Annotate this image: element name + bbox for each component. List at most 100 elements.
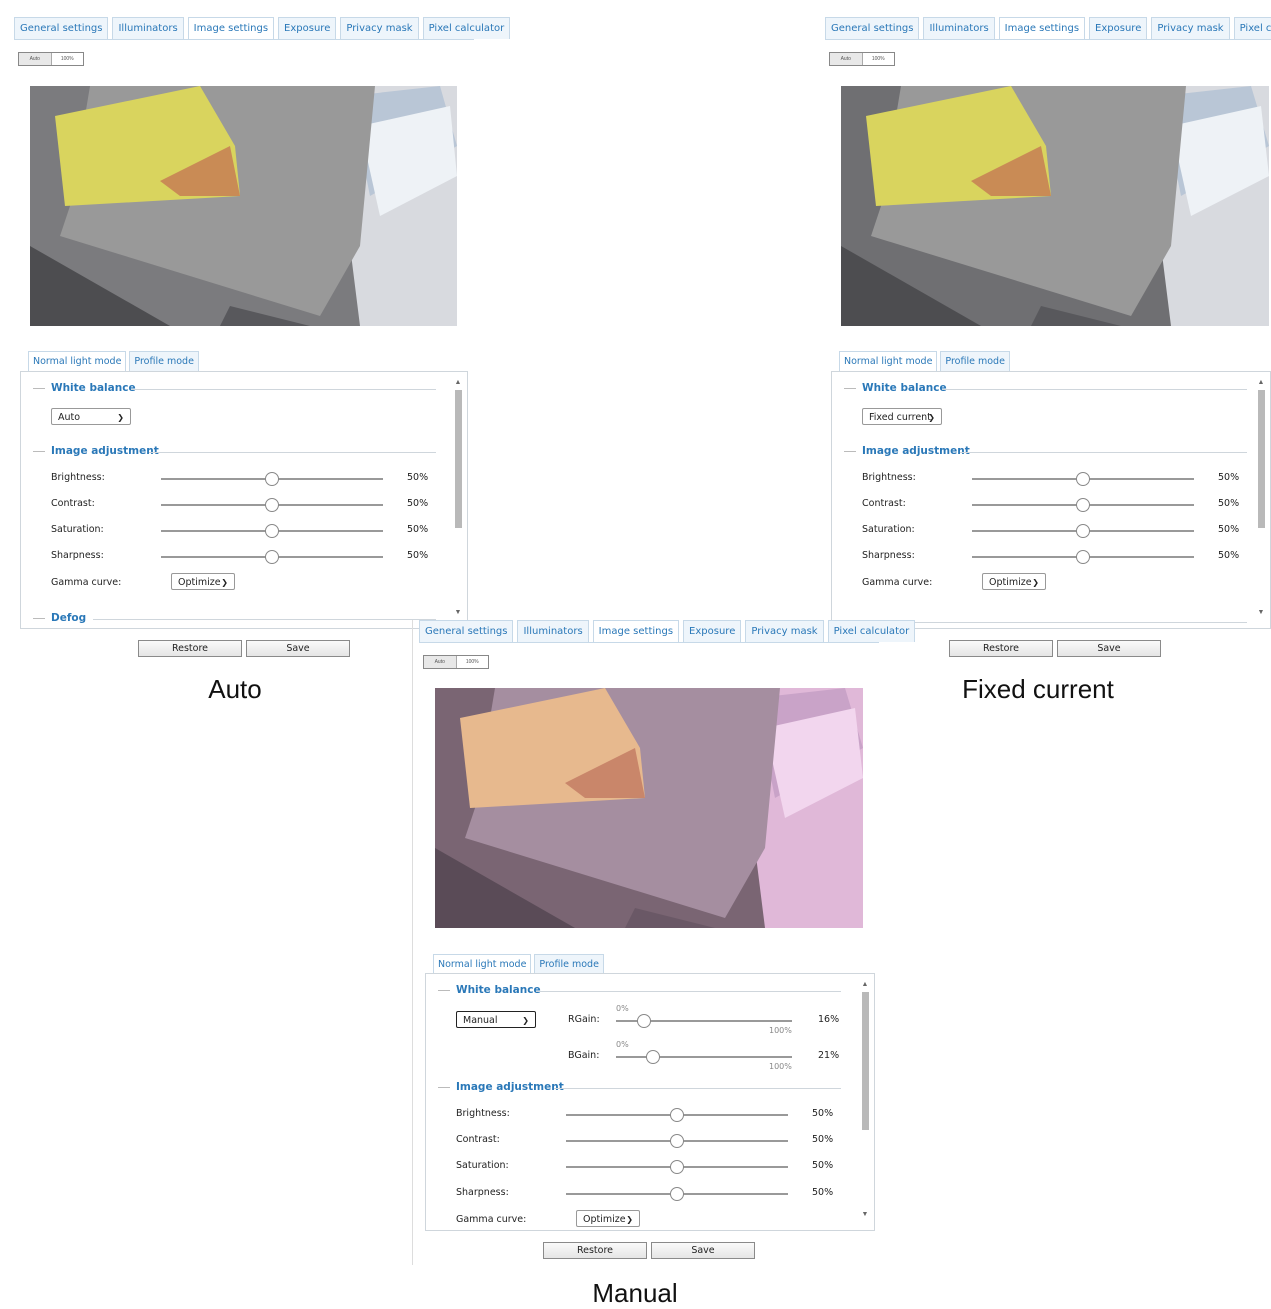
tab-exposure[interactable]: Exposure [1089,17,1148,39]
scroll-thumb[interactable] [1258,390,1265,528]
saturation-slider-knob[interactable] [265,524,279,538]
tab-privacy-mask[interactable]: Privacy mask [340,17,419,39]
view-toggle[interactable]: Auto 100% [18,52,84,66]
contrast-slider[interactable] [972,498,1194,512]
view-100-button[interactable]: 100% [862,53,894,65]
brightness-slider-knob[interactable] [265,472,279,486]
settings-scrollbar[interactable]: ▲ ▼ [860,980,870,1220]
tab-exposure[interactable]: Exposure [278,17,337,39]
white-balance-select[interactable]: Auto ❯ [51,408,131,425]
scroll-down-icon[interactable]: ▼ [1256,608,1266,618]
settings-scrollbar[interactable]: ▲ ▼ [453,378,463,618]
tab-privacy-mask[interactable]: Privacy mask [1151,17,1230,39]
tab-normal-light-mode[interactable]: Normal light mode [839,351,938,371]
sharpness-value: 50% [812,1187,834,1198]
tab-general-settings[interactable]: General settings [14,17,109,39]
brightness-slider[interactable] [972,472,1194,486]
brightness-slider-knob[interactable] [1076,472,1090,486]
bgain-slider[interactable] [616,1050,792,1064]
sharpness-slider-knob[interactable] [670,1187,684,1201]
saturation-slider-knob[interactable] [1076,524,1090,538]
rgain-label: RGain: [568,1014,600,1025]
tab-illuminators[interactable]: Illuminators [923,17,995,39]
tab-pixel-calculator[interactable]: Pixel calculator [422,17,511,39]
tab-underline [825,39,1271,40]
brightness-slider[interactable] [161,472,383,486]
scroll-up-icon[interactable]: ▲ [1256,378,1266,388]
contrast-slider-knob[interactable] [670,1134,684,1148]
tab-image-settings[interactable]: Image settings [998,17,1086,39]
sharpness-slider-knob[interactable] [265,550,279,564]
view-auto-button[interactable]: Auto [19,53,52,65]
saturation-slider[interactable] [566,1160,788,1174]
settings-box: White balance Manual ❯ 0% RGain: 100% 16%… [425,973,875,1231]
tab-image-settings[interactable]: Image settings [187,17,275,39]
contrast-value: 50% [407,498,429,509]
saturation-slider-knob[interactable] [670,1160,684,1174]
caption-auto: Auto [208,674,262,704]
scroll-up-icon[interactable]: ▲ [860,980,870,990]
camera-live-view [435,688,863,928]
scroll-down-icon[interactable]: ▼ [860,1210,870,1220]
view-100-button[interactable]: 100% [456,656,488,668]
rgain-slider-knob[interactable] [637,1014,652,1028]
rgain-slider[interactable] [616,1014,792,1028]
scroll-thumb[interactable] [455,390,462,528]
sharpness-slider[interactable] [161,550,383,564]
settings-scrollbar[interactable]: ▲ ▼ [1256,378,1266,618]
tab-profile-mode[interactable]: Profile mode [129,351,199,371]
sharpness-slider[interactable] [566,1187,788,1201]
contrast-slider[interactable] [566,1134,788,1148]
restore-button[interactable]: Restore [949,640,1053,657]
scroll-thumb[interactable] [862,992,869,1130]
contrast-slider[interactable] [161,498,383,512]
gamma-curve-select[interactable]: Optimize ❯ [576,1210,640,1227]
white-balance-select[interactable]: Manual ❯ [456,1011,536,1028]
contrast-slider-knob[interactable] [1076,498,1090,512]
tab-general-settings[interactable]: General settings [419,620,514,642]
tab-profile-mode[interactable]: Profile mode [940,351,1010,371]
tab-image-settings[interactable]: Image settings [592,620,680,642]
gamma-curve-select[interactable]: Optimize ❯ [171,573,235,590]
view-toggle[interactable]: Auto 100% [829,52,895,66]
tab-normal-light-mode[interactable]: Normal light mode [28,351,127,371]
white-balance-select[interactable]: Fixed current ❯ [862,408,942,425]
tab-normal-light-mode[interactable]: Normal light mode [433,954,532,974]
save-button[interactable]: Save [1057,640,1161,657]
contrast-slider-knob[interactable] [265,498,279,512]
view-auto-button[interactable]: Auto [830,53,863,65]
restore-button[interactable]: Restore [138,640,242,657]
rgain-max-label: 100% [769,1026,792,1035]
scroll-down-icon[interactable]: ▼ [453,608,463,618]
sharpness-slider[interactable] [972,550,1194,564]
scroll-up-icon[interactable]: ▲ [453,378,463,388]
view-auto-button[interactable]: Auto [424,656,457,668]
tab-privacy-mask[interactable]: Privacy mask [745,620,824,642]
saturation-slider[interactable] [972,524,1194,538]
image-adjustment-legend: Image adjustment [33,445,159,459]
defog-legend: Defog [33,612,86,626]
tab-profile-mode[interactable]: Profile mode [534,954,604,974]
tab-pixel-calculator[interactable]: Pixel calculator [1233,17,1271,39]
save-button[interactable]: Save [651,1242,755,1259]
brightness-label: Brightness: [456,1108,510,1119]
main-tabs: General settings Illuminators Image sett… [419,620,919,643]
restore-button[interactable]: Restore [543,1242,647,1259]
tab-general-settings[interactable]: General settings [825,17,920,39]
bgain-slider-knob[interactable] [645,1050,660,1064]
caption-manual: Manual [592,1278,678,1308]
view-toggle[interactable]: Auto 100% [423,655,489,669]
saturation-value: 50% [812,1160,834,1171]
tab-illuminators[interactable]: Illuminators [517,620,589,642]
tab-illuminators[interactable]: Illuminators [112,17,184,39]
brightness-slider-knob[interactable] [670,1108,684,1122]
saturation-slider[interactable] [161,524,383,538]
gamma-curve-select[interactable]: Optimize ❯ [982,573,1046,590]
tab-pixel-calculator[interactable]: Pixel calculator [827,620,916,642]
tab-exposure[interactable]: Exposure [683,620,742,642]
brightness-slider[interactable] [566,1108,788,1122]
contrast-value: 50% [1218,498,1240,509]
save-button[interactable]: Save [246,640,350,657]
sharpness-slider-knob[interactable] [1076,550,1090,564]
view-100-button[interactable]: 100% [51,53,83,65]
